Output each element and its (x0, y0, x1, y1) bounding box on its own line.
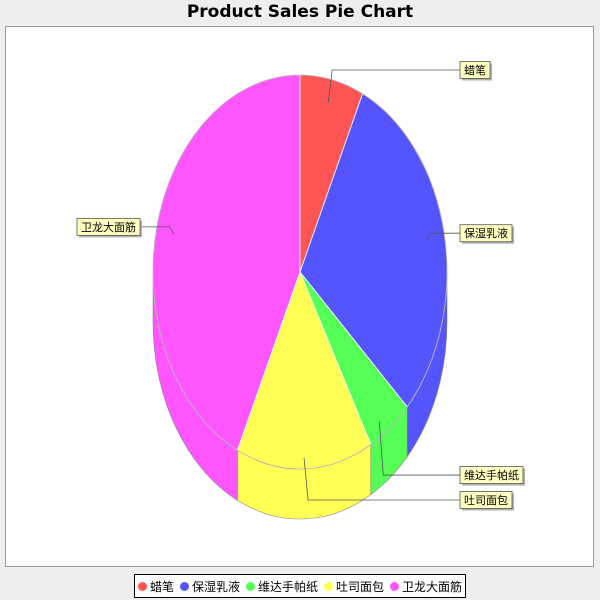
section-label-2: 保湿乳液 (464, 226, 508, 240)
pie-chart: 蜡笔保湿乳液维达手帕纸吐司面包 卫龙大面筋 (76, 61, 525, 520)
chart-legend: 蜡笔 保湿乳液 维达手帕纸 吐司面包 卫龙大面筋 (134, 574, 466, 598)
legend-item-5: 卫龙大面筋 (390, 578, 462, 595)
section-label-5: 卫龙大面筋 (81, 220, 136, 234)
pie-slices (152, 74, 448, 470)
legend-item-1: 蜡笔 (137, 578, 174, 595)
legend-swatch-5 (390, 581, 400, 591)
legend-label-5: 卫龙大面筋 (402, 579, 463, 594)
legend-item-2: 保湿乳液 (179, 578, 240, 595)
section-label-4: 吐司面包 (464, 494, 508, 507)
legend-swatch-4 (324, 581, 333, 591)
chart-frame: Product Sales Pie Chart 蜡笔 保湿乳液 维达手帕纸 吐司面包卫… (0, 0, 600, 600)
legend-swatch-3 (245, 581, 255, 591)
legend-item-3: 维达手帕纸 (245, 578, 318, 595)
section-label-1: 蜡笔 (464, 63, 486, 77)
legend-label-3: 维达手帕纸 (257, 579, 318, 594)
legend-label-4: 吐司面包 (336, 579, 385, 594)
legend-swatch-2 (179, 581, 189, 591)
legend-label-2: 保湿乳液 (191, 579, 240, 594)
section-label-3: 维达手帕纸 (464, 468, 519, 482)
legend-swatch-1 (137, 581, 147, 591)
legend-item-4: 吐司面包 (324, 578, 384, 595)
legend-label-1: 蜡笔 (149, 579, 174, 594)
